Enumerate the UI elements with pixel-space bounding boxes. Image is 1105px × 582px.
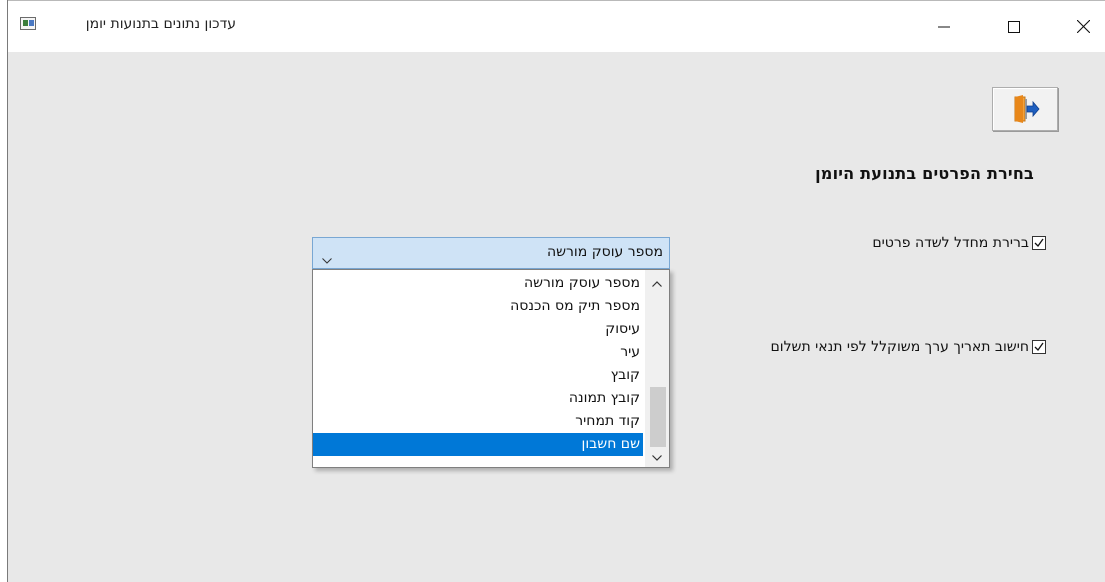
list-item[interactable]: עיר: [313, 341, 643, 364]
combo-selected-value: מספר עוסק מורשה: [546, 244, 663, 260]
default-details-label[interactable]: ברירת מחדל לשדה פרטים: [872, 235, 1029, 251]
option-list: מספר עוסק מורשה מספר תיק מס הכנסה עיסוק …: [313, 272, 643, 456]
title-bar: עדכון נתונים בתנועות יומן: [8, 0, 1105, 52]
list-item[interactable]: מספר תיק מס הכנסה: [313, 295, 643, 318]
minimize-button[interactable]: [921, 1, 967, 52]
exit-button[interactable]: [992, 87, 1058, 131]
list-item[interactable]: קובץ תמונה: [313, 387, 643, 410]
weighted-value-date-checkbox[interactable]: [1032, 340, 1046, 354]
list-item[interactable]: קוד תמחיר: [313, 410, 643, 433]
weighted-value-date-label[interactable]: חישוב תאריך ערך משוקלל לפי תנאי תשלום: [770, 339, 1029, 355]
dropdown-scrollbar[interactable]: [645, 270, 669, 467]
scroll-thumb[interactable]: [650, 387, 666, 447]
scroll-down-button[interactable]: [645, 444, 669, 467]
scroll-up-button[interactable]: [645, 270, 669, 293]
default-details-option: ברירת מחדל לשדה פרטים: [872, 235, 1046, 251]
default-details-checkbox[interactable]: [1032, 236, 1046, 250]
details-field-combo[interactable]: מספר עוסק מורשה: [312, 237, 670, 269]
weighted-value-date-option: חישוב תאריך ערך משוקלל לפי תנאי תשלום: [770, 339, 1046, 355]
close-icon: [1076, 20, 1090, 33]
minimize-icon: [938, 21, 950, 33]
chevron-up-icon: [652, 272, 662, 291]
app-window: עדכון נתונים בתנועות יומן בחירת הפרטים ב…: [7, 0, 1105, 582]
list-item-selected[interactable]: שם חשבון: [313, 433, 643, 456]
chevron-down-icon: [652, 446, 662, 465]
app-icon: [20, 17, 36, 30]
window-title: עדכון נתונים בתנועות יומן: [85, 16, 236, 32]
close-button[interactable]: [1060, 1, 1105, 52]
list-item[interactable]: עיסוק: [313, 318, 643, 341]
section-title: בחירת הפרטים בתנועת היומן: [815, 164, 1034, 183]
maximize-button[interactable]: [991, 1, 1037, 52]
chevron-down-icon[interactable]: [322, 249, 332, 268]
maximize-icon: [1008, 20, 1020, 33]
list-item[interactable]: מספר עוסק מורשה: [313, 272, 643, 295]
list-item[interactable]: קובץ: [313, 364, 643, 387]
combo-dropdown-list: מספר עוסק מורשה מספר תיק מס הכנסה עיסוק …: [312, 269, 670, 468]
